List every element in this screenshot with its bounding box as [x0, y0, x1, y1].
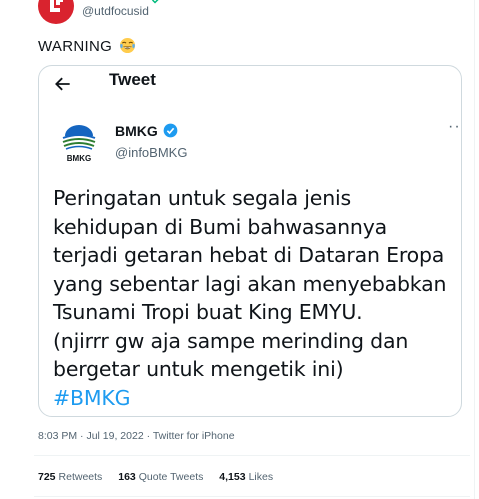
quote-tweets-stat[interactable]: 163 Quote Tweets — [118, 471, 203, 483]
face-with-tears-of-joy-icon — [119, 37, 135, 54]
quoted-tweet-body: Peringatan untuk segala jenis kehidupan … — [53, 184, 457, 412]
column-divider — [474, 0, 475, 499]
quoted-body-line: bergetar untuk mengetik ini) — [53, 357, 344, 381]
bmkg-logo-icon: BMKG — [62, 125, 96, 163]
quote-tweets-label: Quote Tweets — [138, 471, 204, 483]
quoted-tweet-card[interactable]: Tweet BMKG BMKG @infoBMKG ·· Peringatan … — [38, 65, 462, 417]
quoted-body-line: Tsunami Tropi buat King EMYU. — [53, 300, 363, 324]
tweet-text-content: WARNING — [38, 38, 113, 55]
quote-tweets-count: 163 — [118, 471, 136, 483]
meta-separator: · — [80, 430, 84, 442]
hashtag-link[interactable]: #BMKG — [53, 384, 457, 413]
verified-badge-icon — [163, 123, 178, 138]
quoted-body-line: yang sebentar lagi akan menyebabkan — [53, 271, 447, 296]
author-handle[interactable]: @utdfocusid — [82, 4, 149, 18]
divider — [34, 496, 470, 497]
back-arrow-icon[interactable] — [53, 74, 73, 94]
tweet-meta: 8:03 PM · Jul 19, 2022 · Twitter for iPh… — [38, 430, 235, 442]
quoted-header-title: Tweet — [109, 70, 156, 89]
quoted-body-line: kehidupan di Bumi bahwasannya — [53, 214, 388, 239]
verified-badge-icon — [151, 0, 159, 4]
bmkg-logo-text: BMKG — [67, 154, 91, 163]
likes-stat[interactable]: 4,153 Likes — [219, 471, 273, 483]
avatar[interactable] — [38, 0, 74, 24]
tweet-text: WARNING — [38, 37, 136, 55]
quoted-author-name[interactable]: BMKG — [115, 123, 158, 139]
quoted-body-line: terjadi getaran hebat di Dataran Eropa — [53, 243, 445, 267]
tweet-stats: 725 Retweets 163 Quote Tweets 4,153 Likes — [38, 471, 273, 483]
divider — [34, 455, 470, 456]
quoted-author-handle[interactable]: @infoBMKG — [115, 145, 187, 160]
tweet-source[interactable]: Twitter for iPhone — [153, 430, 235, 442]
quoted-body-line: Peringatan untuk segala jenis — [53, 186, 351, 210]
retweets-count: 725 — [38, 471, 56, 483]
likes-label: Likes — [248, 471, 274, 483]
utdfocus-logo-icon — [50, 0, 63, 12]
likes-count: 4,153 — [219, 471, 246, 483]
more-options-icon[interactable]: ·· — [448, 118, 461, 136]
retweets-stat[interactable]: 725 Retweets — [38, 471, 102, 483]
quoted-body-line: (njirrr gw aja sampe merinding dan — [53, 328, 409, 353]
tweet-time[interactable]: 8:03 PM — [38, 430, 77, 442]
tweet-date[interactable]: Jul 19, 2022 — [86, 430, 143, 442]
retweets-label: Retweets — [58, 471, 103, 483]
meta-separator: · — [146, 430, 151, 442]
